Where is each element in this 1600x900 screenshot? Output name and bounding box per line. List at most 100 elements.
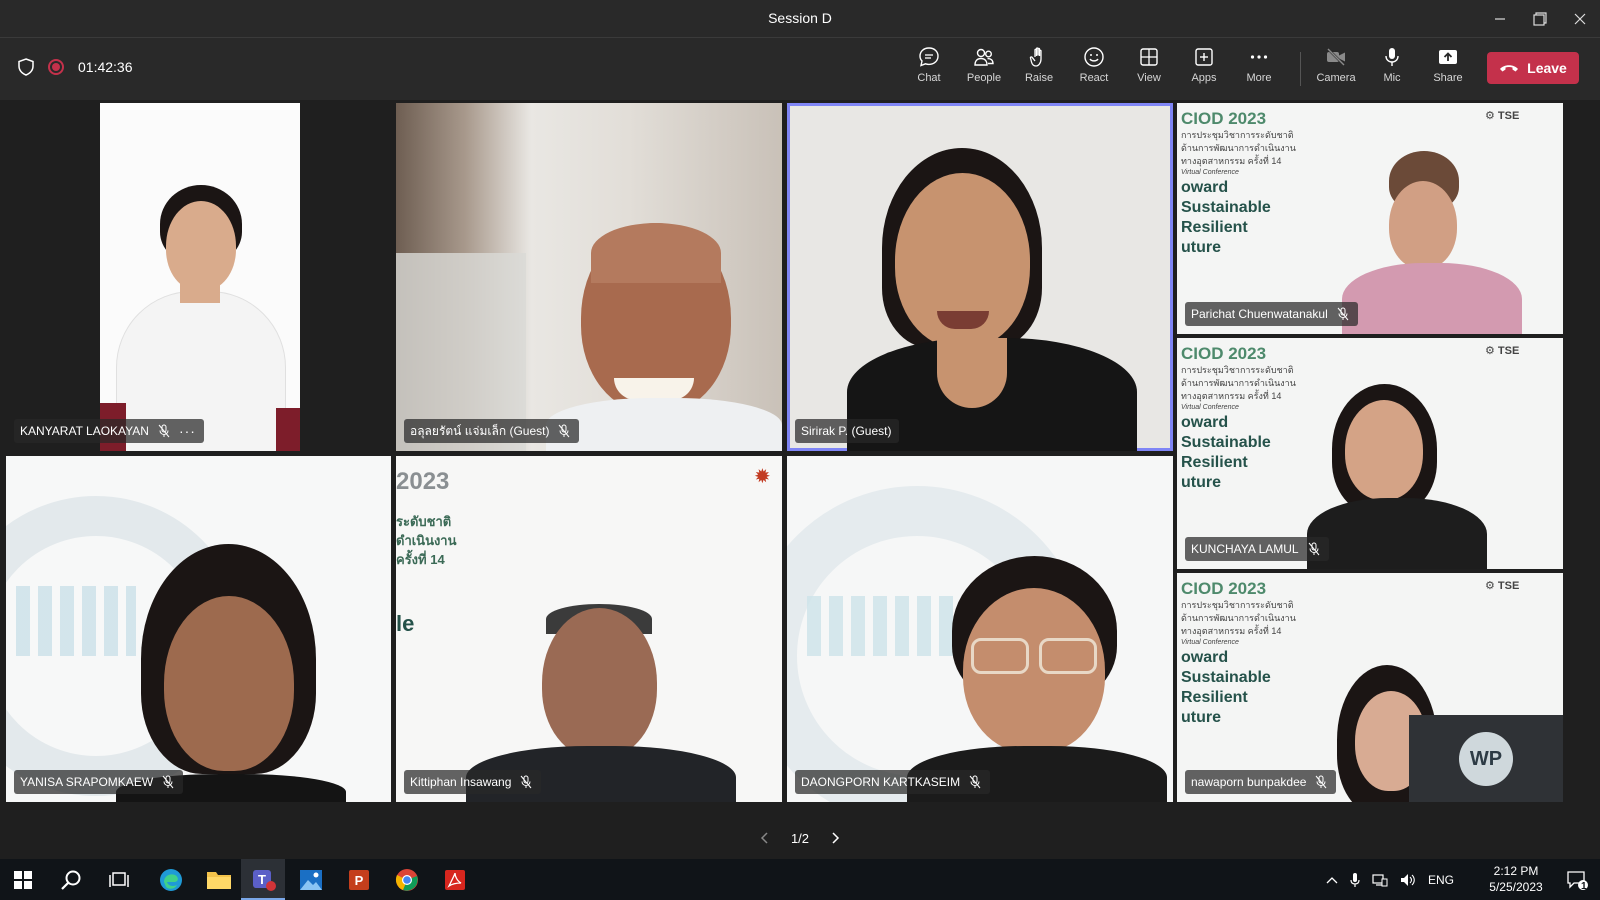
participant-tile[interactable]: DAONGPORN KARTKASEIM [787,456,1173,802]
notification-count: 1 [1581,881,1587,892]
page-indicator: 1/2 [790,830,810,846]
mic-off-icon [521,775,532,789]
title-bar: Session D [0,0,1600,38]
video-feed [6,456,391,802]
banner-title-partial: 2023 [396,468,450,495]
mic-button[interactable]: Mic [1366,46,1418,94]
mic-off-icon [1337,307,1349,321]
notifications-button[interactable]: 1 [1554,859,1600,900]
mic-off-icon [969,775,981,789]
chat-icon [919,47,939,67]
people-icon [974,48,994,66]
people-label: People [966,72,1002,84]
powerpoint-taskbar-item[interactable]: P [336,859,382,900]
mic-off-icon [158,424,170,438]
people-button[interactable]: People [958,46,1010,94]
banner-title: CIOD 2023 [1181,344,1267,363]
edge-taskbar-item[interactable] [148,859,194,900]
video-feed [100,103,300,451]
mic-off-icon [1308,542,1319,556]
mic-icon [1385,48,1399,66]
clock-date: 5/25/2023 [1489,880,1543,894]
banner-title: CIOD 2023 [1181,579,1267,598]
chevron-up-icon[interactable] [1326,876,1338,884]
input-language[interactable]: ENG [1428,873,1454,887]
video-feed [396,103,782,451]
taskbar: T P ENG 2:12 PM 5/25/2023 1 [0,859,1600,900]
minimize-icon [1495,18,1505,20]
more-dots-icon [1250,55,1268,59]
start-icon [14,870,32,889]
apps-button[interactable]: Apps [1178,46,1230,94]
leave-button[interactable]: Leave [1487,52,1579,84]
volume-icon[interactable] [1400,873,1416,887]
more-options-icon[interactable]: ··· [179,423,196,439]
search-icon [61,870,81,890]
hang-up-icon [1500,65,1519,72]
powerpoint-icon: P [349,869,369,890]
shield-icon[interactable] [18,58,34,76]
taskbar-clock[interactable]: 2:12 PM 5/25/2023 [1484,863,1548,895]
share-label: Share [1433,72,1463,84]
video-feed: CIOD 2023 การประชุมวิชาการระดับชาติ ด้าน… [1177,338,1563,569]
participant-name-badge: nawaporn bunpakdee [1185,770,1337,794]
react-button[interactable]: React [1068,46,1120,94]
photos-taskbar-item[interactable] [288,859,334,900]
participant-tile[interactable]: CIOD 2023 การประชุมวิชาการระดับชาติ ด้าน… [1177,338,1563,569]
chevron-right-icon[interactable] [830,831,840,845]
file-explorer-taskbar-item[interactable] [196,859,242,900]
meeting-toolbar: 01:42:36 Chat People Raise React View Ap… [0,38,1600,100]
clock-time: 2:12 PM [1493,864,1539,878]
task-view-button[interactable] [96,859,142,900]
video-feed: CIOD 2023 การประชุมวิชาการระดับชาติ ด้าน… [1177,103,1563,334]
video-feed: CIOD 2023 การประชุมวิชาการระดับชาติ ด้าน… [1177,573,1563,802]
chrome-icon [395,868,418,891]
chrome-taskbar-item[interactable] [384,859,430,900]
more-button[interactable]: More [1233,46,1285,94]
mic-off-icon [162,775,174,789]
participant-tile-active-speaker[interactable]: Sirirak P. (Guest) [787,103,1173,451]
mic-off-icon [1316,775,1327,789]
photos-icon [300,869,322,890]
video-grid: KANYARAT LAOKAYAN ··· อลุลยรัตน์ แจ่มเล็… [0,100,1600,820]
mic-tray-icon[interactable] [1350,872,1360,888]
self-view-pane: WP [1409,715,1563,802]
apps-label: Apps [1191,72,1217,84]
participant-tile[interactable]: YANISA SRAPOMKAEW [6,456,391,802]
participant-tile[interactable]: CIOD 2023 การประชุมวิชาการระดับชาติ ด้าน… [1177,103,1563,334]
raise-hand-icon [1029,47,1042,67]
acrobat-taskbar-item[interactable] [432,859,478,900]
participant-name: Sirirak P. (Guest) [801,424,892,438]
restore-button[interactable] [1520,0,1560,38]
teams-icon: T [253,869,276,891]
participant-name: อลุลยรัตน์ แจ่มเล็ก (Guest) [410,423,550,438]
share-icon [1439,50,1457,64]
network-icon[interactable] [1372,873,1388,887]
teams-taskbar-item[interactable]: T [241,859,285,900]
view-button[interactable]: View [1123,46,1175,94]
participant-tile[interactable]: อลุลยรัตน์ แจ่มเล็ก (Guest) [396,103,782,451]
react-label: React [1079,72,1109,84]
react-smiley-icon [1084,47,1104,67]
close-button[interactable] [1560,0,1600,38]
restore-icon [1533,12,1547,26]
more-label: More [1246,72,1272,84]
chat-button[interactable]: Chat [903,46,955,94]
toolbar-divider [1300,52,1301,86]
share-button[interactable]: Share [1422,46,1474,94]
search-button[interactable] [48,859,94,900]
close-icon [1574,13,1586,25]
participant-tile[interactable]: KANYARAT LAOKAYAN ··· [6,103,391,451]
edge-icon [160,868,182,891]
minimize-button[interactable] [1480,0,1520,38]
chat-label: Chat [917,72,941,84]
chevron-left-icon[interactable] [760,831,770,845]
participant-name-badge: KUNCHAYA LAMUL [1185,537,1329,561]
banner-title: CIOD 2023 [1181,109,1267,128]
participant-tile[interactable]: 2023 ระดับชาติ ดำเนินงาน ครั้งที่ 14 le … [396,456,782,802]
camera-label: Camera [1316,72,1356,84]
participant-tile[interactable]: CIOD 2023 การประชุมวิชาการระดับชาติ ด้าน… [1177,573,1563,802]
camera-button[interactable]: Camera [1310,46,1362,94]
raise-hand-button[interactable]: Raise [1013,46,1065,94]
start-button[interactable] [0,859,46,900]
